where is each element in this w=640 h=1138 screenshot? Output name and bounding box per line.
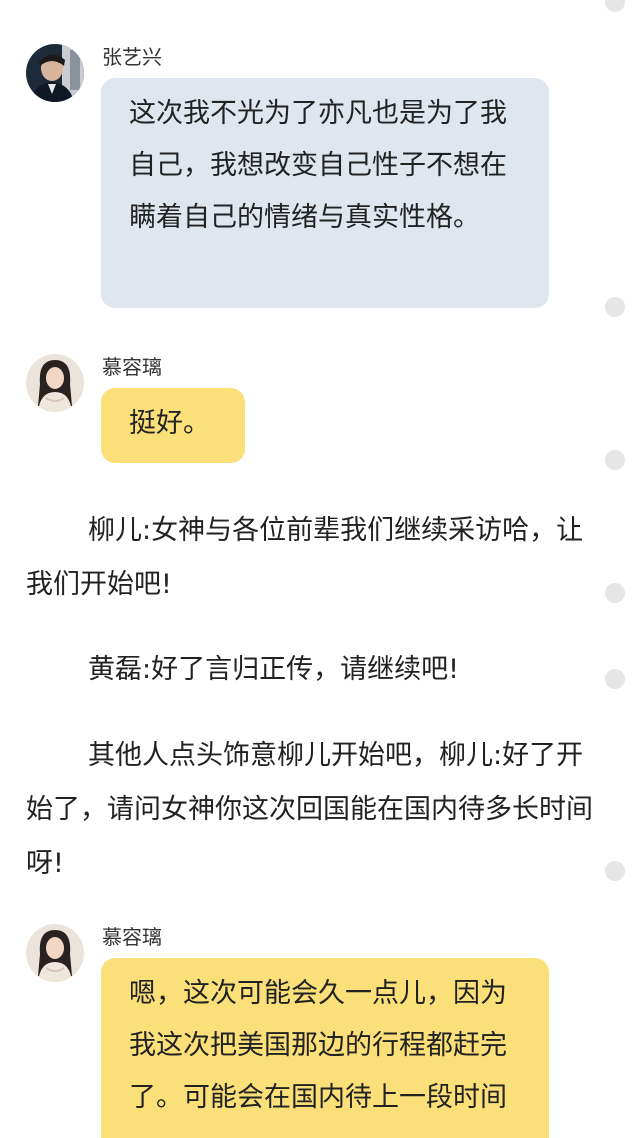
message-bubble[interactable]: 挺好。 xyxy=(101,388,245,463)
narration-paragraph: 黄磊:好了言归正传，请继续吧! xyxy=(88,654,459,685)
avatar[interactable] xyxy=(26,924,84,982)
sender-name: 慕容璃 xyxy=(102,355,162,379)
narration-paragraph: 柳儿:女神与各位前辈我们继续采访哈，让我们开始吧! xyxy=(26,515,584,600)
side-dot[interactable] xyxy=(605,0,625,12)
side-dot[interactable] xyxy=(605,583,625,603)
side-dot[interactable] xyxy=(605,669,625,689)
female-portrait-icon xyxy=(26,354,84,412)
sender-name: 张艺兴 xyxy=(102,45,162,69)
message-bubble[interactable]: 嗯，这次可能会久一点儿，因为我这次把美国那边的行程都赶完了。可能会在国内待上一段… xyxy=(101,958,549,1138)
message-bubble[interactable]: 这次我不光为了亦凡也是为了我自己，我想改变自己性子不想在瞒着自己的情绪与真实性格… xyxy=(101,78,549,308)
narration-paragraph: 其他人点头饰意柳儿开始吧，柳儿:好了开始了，请问女神你这次回国能在国内待多长时间… xyxy=(26,740,593,879)
avatar[interactable] xyxy=(26,44,84,102)
side-dot[interactable] xyxy=(605,861,625,881)
side-dot[interactable] xyxy=(605,450,625,470)
avatar[interactable] xyxy=(26,354,84,412)
female-portrait-icon xyxy=(26,924,84,982)
sender-name: 慕容璃 xyxy=(102,925,162,949)
side-dot[interactable] xyxy=(605,297,625,317)
male-portrait-icon xyxy=(26,44,84,102)
